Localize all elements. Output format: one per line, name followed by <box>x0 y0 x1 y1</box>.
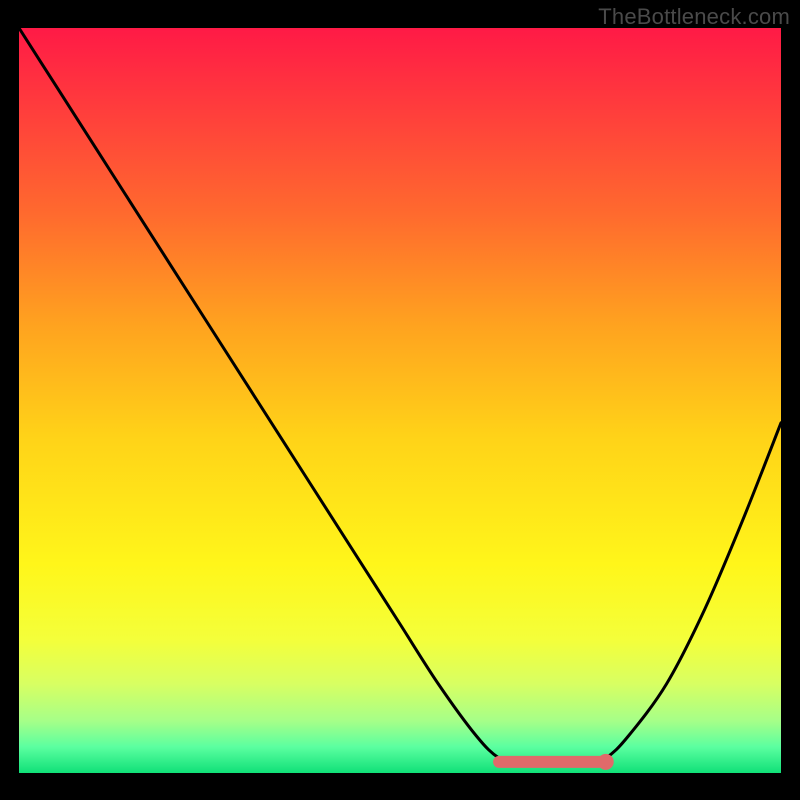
bottom-highlight-dot <box>598 754 614 770</box>
plot-area <box>19 28 781 773</box>
bottleneck-curve <box>19 28 781 766</box>
watermark-text: TheBottleneck.com <box>598 4 790 30</box>
curve-layer <box>19 28 781 773</box>
chart-container: TheBottleneck.com <box>0 0 800 800</box>
